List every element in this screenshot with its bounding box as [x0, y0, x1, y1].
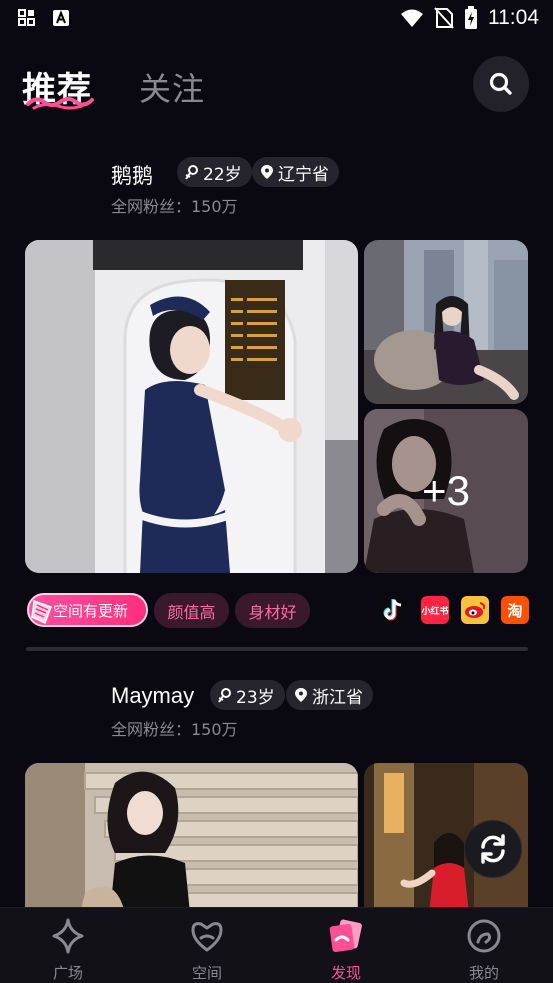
profile-swirl-icon [467, 919, 501, 953]
main-photo-image [25, 763, 358, 913]
creator-card[interactable]: Maymay 23岁 浙江省 全网粉丝：150万 [0, 0, 553, 913]
fans-count: 全网粉丝：150万 [111, 720, 238, 739]
nav-space[interactable]: 空间 [157, 908, 257, 983]
age-text: 23岁 [236, 687, 275, 708]
nav-label: 发现 [330, 964, 361, 982]
location-text: 浙江省 [312, 687, 363, 708]
heart-link-icon [191, 922, 223, 952]
age-pill: 23岁 [210, 680, 285, 710]
refresh-button[interactable] [464, 820, 522, 878]
refresh-icon [481, 834, 505, 864]
nav-plaza[interactable]: 广场 [18, 908, 118, 983]
bottom-navigation: 广场 空间 发现 我的 [0, 907, 553, 983]
nav-label: 我的 [468, 964, 499, 982]
discover-cards-icon [329, 919, 362, 953]
nav-label: 空间 [191, 964, 222, 982]
creator-name: Maymay [111, 683, 195, 708]
nav-mine[interactable]: 我的 [434, 908, 534, 983]
nav-label: 广场 [52, 964, 83, 982]
location-pill: 浙江省 [286, 680, 373, 710]
location-pin-icon [295, 688, 307, 702]
gender-female-icon [218, 688, 231, 703]
main-photo[interactable] [25, 763, 358, 913]
nav-discover[interactable]: 发现 [296, 908, 396, 983]
diamond-star-icon [52, 918, 84, 954]
